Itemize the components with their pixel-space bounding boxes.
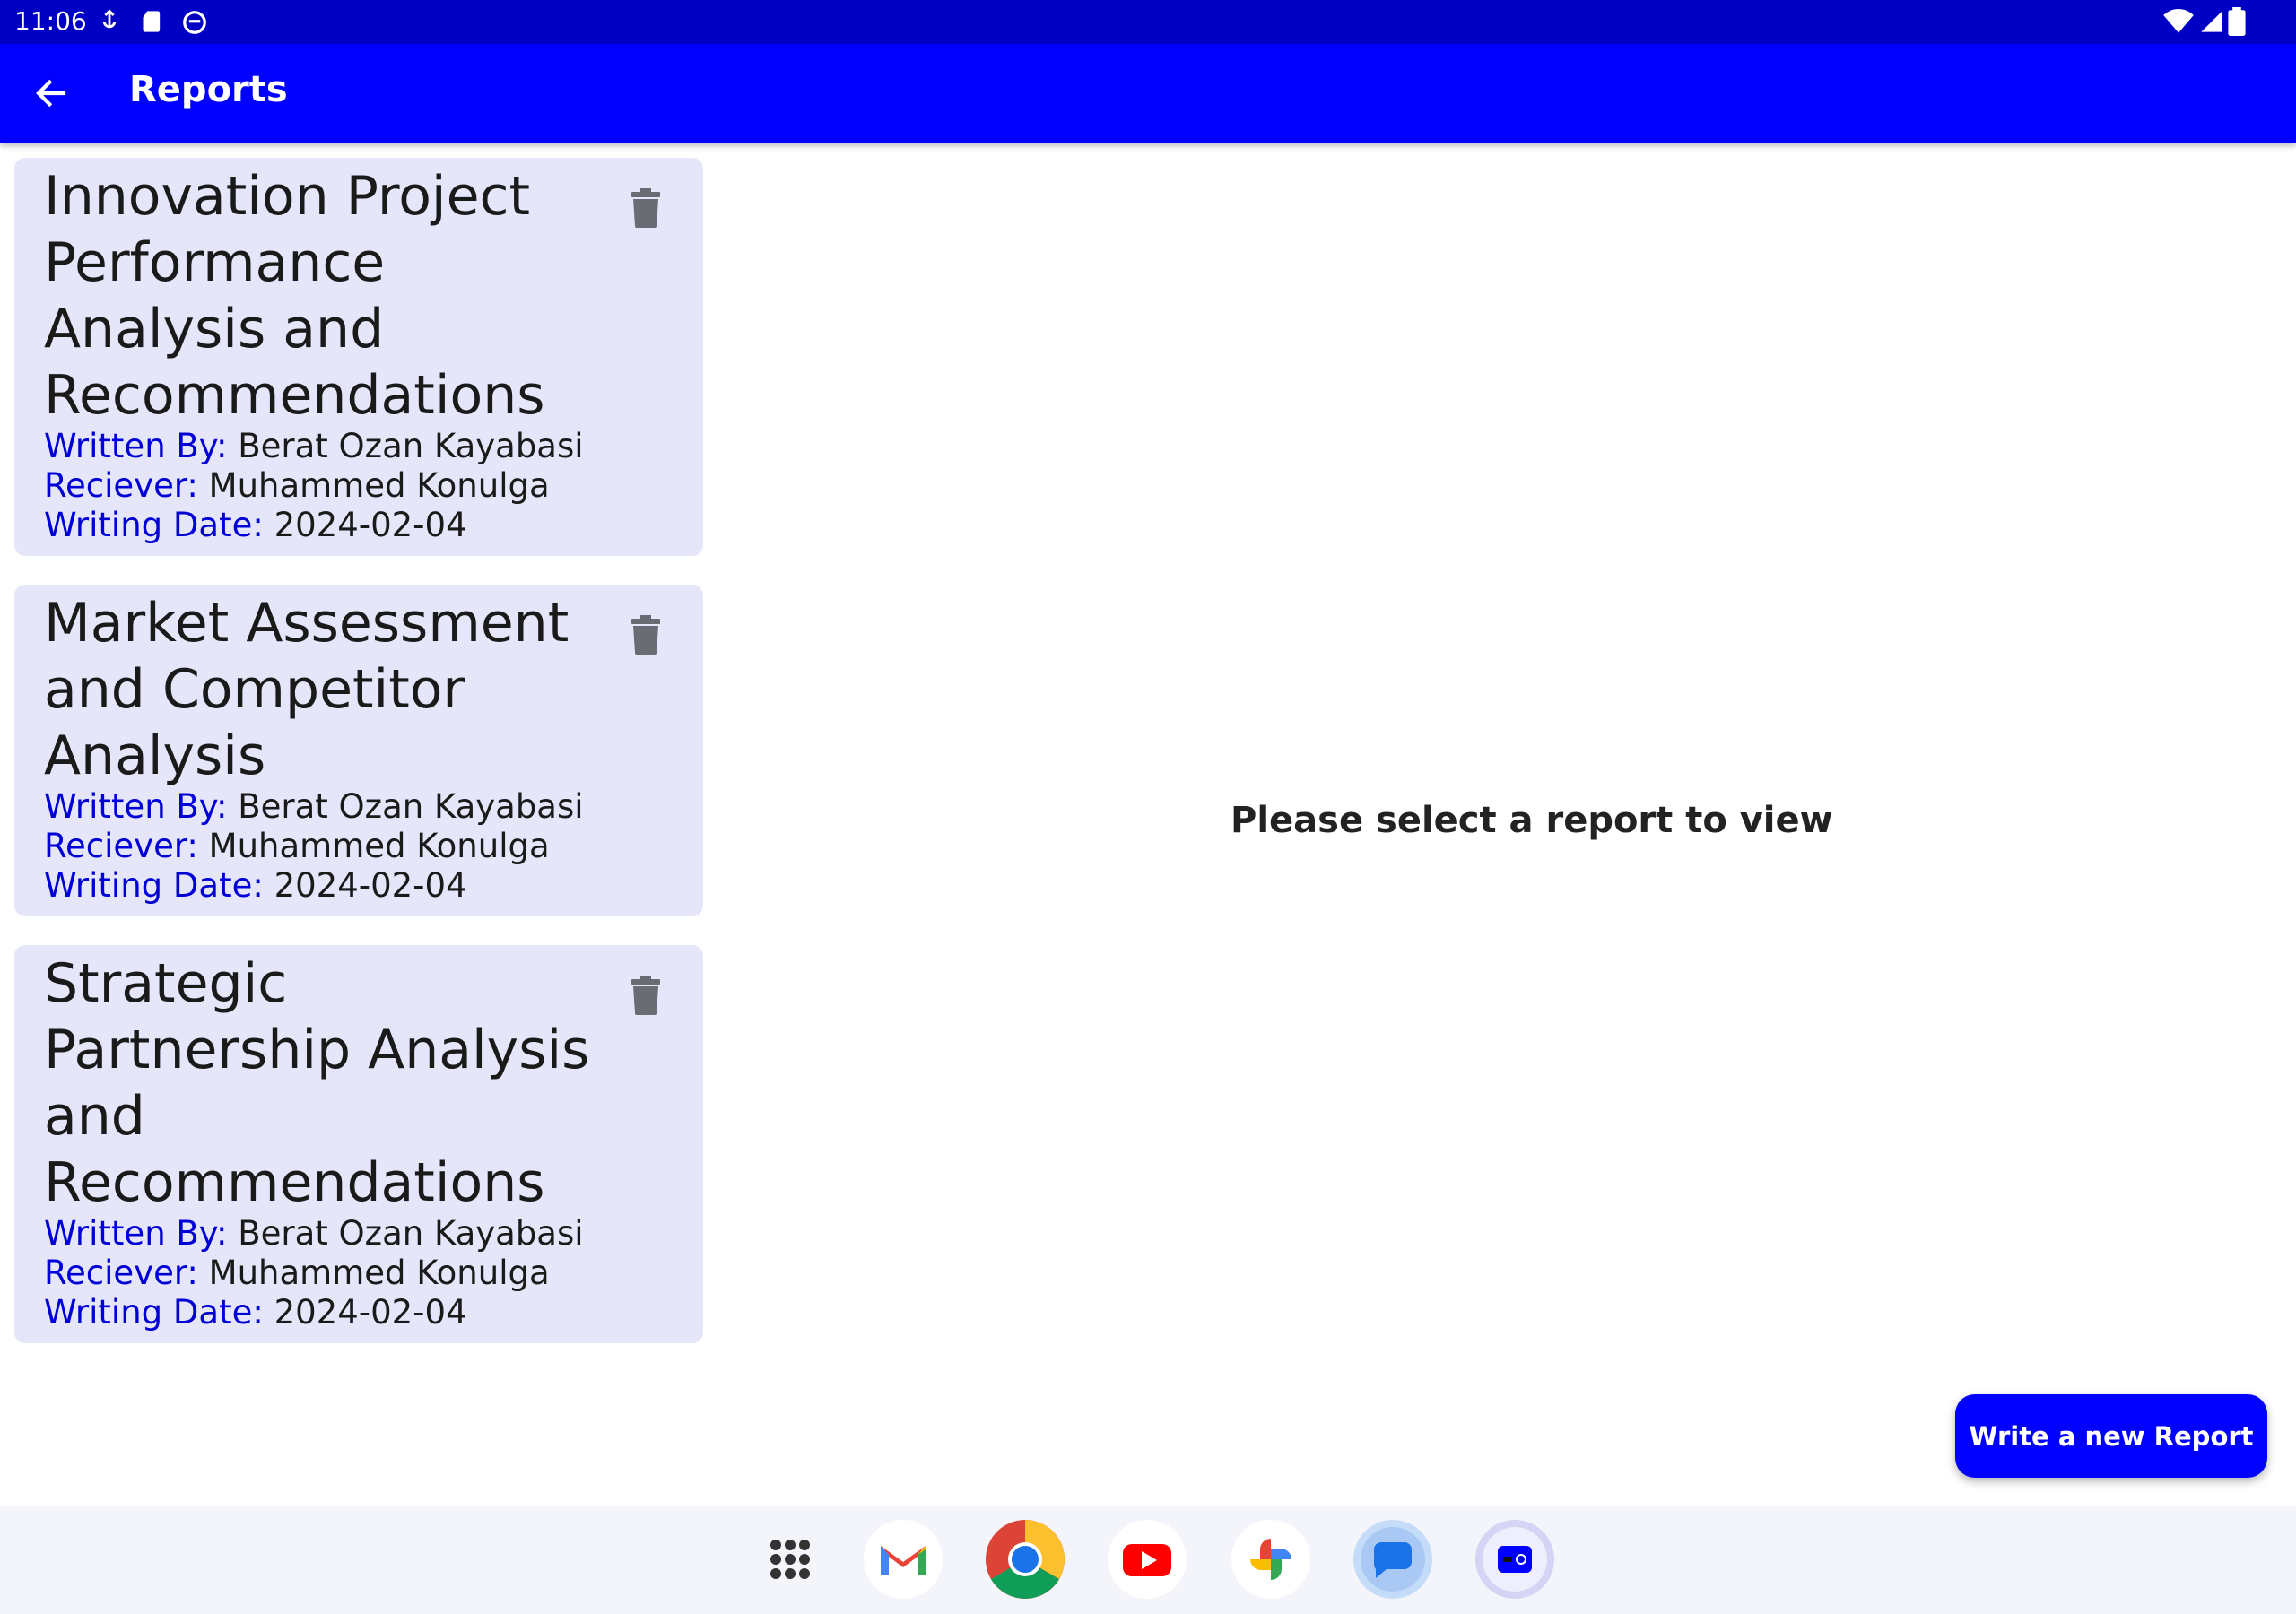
writing-date-value: 2024-02-04 — [274, 1293, 467, 1332]
messages-icon[interactable] — [1352, 1519, 1433, 1600]
delete-trash-icon[interactable] — [630, 615, 662, 655]
report-card[interactable]: Strategic Partnership Analysis and Recom… — [14, 945, 703, 1343]
back-arrow-icon[interactable] — [32, 74, 70, 112]
written-by-label: Written By: — [44, 787, 228, 826]
battery-icon — [2228, 7, 2246, 36]
status-bar: 11:06 — [0, 0, 2296, 44]
write-new-report-button[interactable]: Write a new Report — [1955, 1394, 2267, 1478]
writing-date-label: Writing Date: — [44, 506, 264, 544]
empty-detail-message: Please select a report to view — [1231, 800, 1833, 841]
report-title: Market Assessment and Competitor Analysi… — [44, 592, 570, 787]
page-title: Reports — [129, 69, 288, 110]
writing-date-row: Writing Date: 2024-02-04 — [44, 506, 467, 545]
photos-icon[interactable] — [1231, 1519, 1311, 1600]
receiver-row: Reciever: Muhammed Konulga — [44, 827, 550, 866]
delete-trash-icon[interactable] — [630, 188, 662, 228]
report-app-icon[interactable] — [1474, 1519, 1555, 1600]
written-by-value: Berat Ozan Kayabasi — [238, 787, 584, 826]
receiver-label: Reciever: — [44, 827, 198, 865]
writing-date-value: 2024-02-04 — [274, 506, 467, 544]
writing-date-value: 2024-02-04 — [274, 866, 467, 905]
report-title: Innovation Project Performance Analysis … — [44, 165, 545, 427]
receiver-label: Reciever: — [44, 466, 198, 505]
gmail-icon[interactable] — [863, 1519, 944, 1600]
sd-card-icon — [143, 11, 161, 32]
receiver-row: Reciever: Muhammed Konulga — [44, 1254, 550, 1293]
writing-date-label: Writing Date: — [44, 866, 264, 905]
cell-signal-icon — [2201, 11, 2222, 32]
written-by-label: Written By: — [44, 1214, 228, 1253]
written-by-value: Berat Ozan Kayabasi — [238, 1214, 584, 1253]
written-by-row: Written By: Berat Ozan Kayabasi — [44, 1214, 584, 1254]
delete-trash-icon[interactable] — [630, 976, 662, 1015]
wifi-icon — [2163, 9, 2194, 33]
writing-date-label: Writing Date: — [44, 1293, 264, 1332]
chrome-icon[interactable] — [985, 1519, 1065, 1600]
app-drawer-icon[interactable] — [750, 1519, 831, 1600]
usb-debug-icon — [102, 9, 117, 29]
written-by-row: Written By: Berat Ozan Kayabasi — [44, 787, 584, 827]
written-by-label: Written By: — [44, 427, 228, 465]
youtube-icon[interactable] — [1107, 1519, 1187, 1600]
receiver-row: Reciever: Muhammed Konulga — [44, 466, 550, 506]
status-time: 11:06 — [14, 6, 87, 36]
report-title: Strategic Partnership Analysis and Recom… — [44, 952, 590, 1214]
writing-date-row: Writing Date: 2024-02-04 — [44, 866, 467, 906]
receiver-value: Muhammed Konulga — [208, 466, 550, 505]
receiver-value: Muhammed Konulga — [208, 827, 550, 865]
sync-circle-icon — [183, 11, 206, 34]
written-by-row: Written By: Berat Ozan Kayabasi — [44, 427, 584, 466]
receiver-label: Reciever: — [44, 1254, 198, 1292]
writing-date-row: Writing Date: 2024-02-04 — [44, 1293, 467, 1332]
report-card[interactable]: Innovation Project Performance Analysis … — [14, 158, 703, 556]
app-bar: Reports — [0, 44, 2296, 143]
receiver-value: Muhammed Konulga — [208, 1254, 550, 1292]
written-by-value: Berat Ozan Kayabasi — [238, 427, 584, 465]
report-card[interactable]: Market Assessment and Competitor Analysi… — [14, 585, 703, 916]
